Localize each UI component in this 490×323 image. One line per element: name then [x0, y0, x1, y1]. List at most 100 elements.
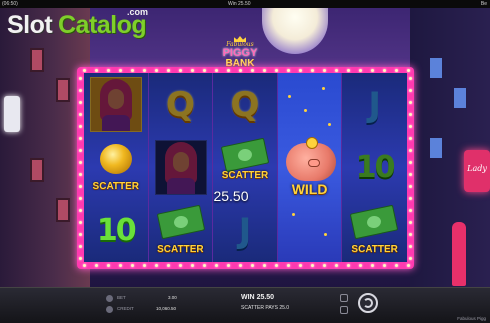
marquee-bulb [335, 69, 338, 72]
win-status-text: Win 25.50 [228, 1, 251, 7]
win-value: 25.50 [256, 294, 275, 301]
symbol-10: 10 [342, 136, 407, 199]
gear-icon[interactable] [340, 306, 348, 314]
marquee-bulb [227, 69, 230, 72]
scatter-label: SCATTER [157, 244, 204, 255]
marquee-bulb [263, 69, 266, 72]
marquee-bulb [239, 264, 242, 267]
marquee-bulb [79, 161, 82, 164]
bet-label: BET [117, 295, 126, 300]
symbol-10-text: 10 [355, 150, 396, 185]
marquee-bulb [203, 264, 206, 267]
marquee-bulb [311, 264, 314, 267]
symbol-money-scatter: SCATTER [342, 199, 407, 262]
marquee-bulb [167, 69, 170, 72]
marquee-bulb [395, 264, 398, 267]
symbol-j: J [213, 199, 277, 262]
logo-slot: Slot [7, 11, 53, 39]
marquee-bulb [299, 69, 302, 72]
right-status-text: Be [480, 1, 487, 7]
reel-4: WILD [277, 73, 343, 262]
marquee-bulb [79, 185, 82, 188]
game-name-footer: Fabulous Pigg [457, 316, 486, 321]
scatter-pays-text: SCATTER PAYS 25.0 [241, 305, 290, 311]
marquee-bulb [409, 173, 412, 176]
symbol-q: Q [149, 73, 213, 136]
marquee-bulb [179, 264, 182, 267]
marquee-bulb [409, 149, 412, 152]
marquee-bulb [95, 264, 98, 267]
win-label: WIN [241, 294, 255, 301]
win-overlay-amount: 25.50 [213, 188, 249, 204]
marquee-bulb [287, 264, 290, 267]
moon-backdrop [262, 8, 328, 54]
marquee-bulb [409, 125, 412, 128]
symbol-q: Q [213, 73, 277, 136]
info-icon[interactable] [340, 294, 348, 302]
marquee-bulb [227, 264, 230, 267]
marquee-bulb [323, 69, 326, 72]
game-stage: (06:50) Win 25.50 Be Lady Slot Catalog .… [0, 0, 490, 323]
marquee-bulb [79, 101, 82, 104]
marquee-bulb [79, 221, 82, 224]
symbol-girl [149, 136, 213, 199]
marquee-bulb [215, 69, 218, 72]
marquee-bulb [107, 69, 110, 72]
marquee-bulb [407, 264, 410, 267]
marquee-bulb [239, 69, 242, 72]
marquee-bulb [131, 264, 134, 267]
symbol-10-text: 10 [96, 213, 137, 248]
marquee-bulb [107, 264, 110, 267]
wallet-icon [106, 306, 113, 313]
marquee-bulb [79, 233, 82, 236]
marquee-bulb [79, 89, 82, 92]
marquee-bulb [83, 264, 86, 267]
left-sign [4, 96, 20, 132]
marquee-bulb [79, 113, 82, 116]
marquee-bulb [395, 69, 398, 72]
marquee-bulb [143, 264, 146, 267]
marquee-bulb [359, 69, 362, 72]
reel-1: SCATTER 10 [84, 73, 149, 262]
marquee-bulb [335, 264, 338, 267]
marquee-bulb [299, 264, 302, 267]
marquee-bulb [409, 89, 412, 92]
symbol-j-text: J [238, 210, 252, 251]
spin-button[interactable] [358, 293, 378, 313]
marquee-bulb [215, 264, 218, 267]
marquee-bulb [203, 69, 206, 72]
scatter-label: SCATTER [351, 244, 398, 255]
piggy-bank-icon [285, 137, 336, 181]
win-readout: WIN 25.50 [241, 294, 274, 301]
marquee-bulb [287, 69, 290, 72]
watermark-logo: Slot Catalog .com [7, 5, 157, 41]
marquee-bulb [191, 264, 194, 267]
marquee-bulb [409, 101, 412, 104]
marquee-bulb [155, 69, 158, 72]
reel-2: Q SCATTER [148, 73, 214, 262]
lady-sign: Lady [464, 150, 490, 192]
marquee-bulb [143, 69, 146, 72]
marquee-bulb [409, 233, 412, 236]
marquee-bulb [409, 113, 412, 116]
marquee-bulb [409, 221, 412, 224]
bet-value[interactable]: 3.00 [168, 295, 177, 300]
marquee-bulb [323, 264, 326, 267]
marquee-bulb [251, 69, 254, 72]
symbol-q-text: Q [230, 84, 260, 125]
marquee-bulb [409, 161, 412, 164]
symbol-coins-scatter: SCATTER [84, 136, 148, 199]
symbol-j: J [342, 73, 407, 136]
marquee-bulb [79, 77, 82, 80]
marquee-bulb [371, 264, 374, 267]
lady-sign-text: Lady [467, 164, 487, 173]
credit-label: CREDIT [117, 306, 134, 311]
scatter-label: SCATTER [221, 170, 269, 181]
scatter-label: SCATTER [92, 181, 140, 192]
marquee-bulb [347, 69, 350, 72]
symbol-girl [84, 73, 148, 136]
marquee-bulb [275, 69, 278, 72]
marquee-bulb [251, 264, 254, 267]
symbol-q-text: Q [165, 84, 195, 125]
reel-5: J 10 SCATTER [342, 73, 407, 262]
